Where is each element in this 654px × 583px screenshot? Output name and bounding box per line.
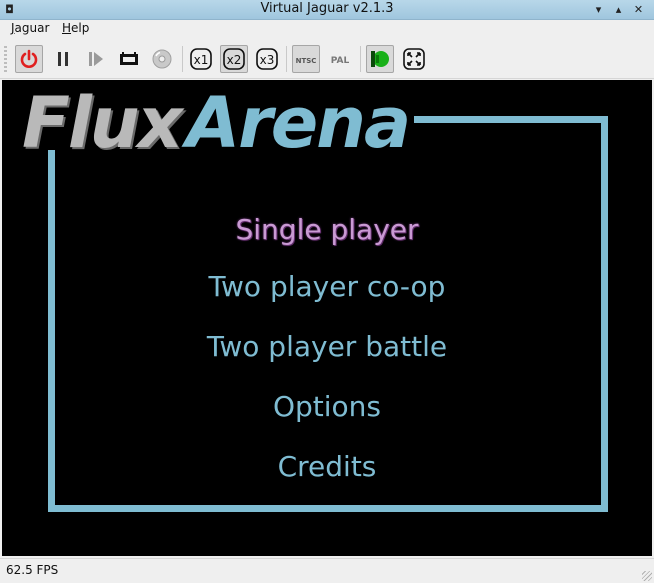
title-bar[interactable]: ◘ Virtual Jaguar v2.1.3 ▾ ▴ ✕: [0, 0, 654, 20]
svg-text:PAL: PAL: [331, 56, 350, 66]
zoom-x2-icon: x2: [223, 48, 245, 70]
menu-jaguar[interactable]: Jaguar: [11, 21, 49, 35]
power-button[interactable]: [15, 45, 43, 73]
frame-advance-button[interactable]: [82, 45, 110, 73]
zoom-x1-button[interactable]: x1: [187, 45, 215, 73]
game-screen[interactable]: Flux Arena Single player Two player co-o…: [2, 80, 652, 556]
status-bar: 62.5 FPS: [0, 558, 654, 583]
frame-advance-icon: [89, 52, 103, 66]
toolbar-grip[interactable]: [4, 46, 7, 72]
cartridge-icon: [120, 52, 138, 65]
cd-icon: [152, 49, 172, 69]
fullscreen-icon: [403, 48, 425, 70]
fullscreen-button[interactable]: [400, 45, 428, 73]
menu-option-single-player[interactable]: Single player: [2, 213, 652, 246]
toolbar-separator: [360, 46, 361, 72]
zoom-x3-icon: x3: [256, 48, 278, 70]
menu-bar: Jaguar Help: [0, 20, 654, 39]
power-icon: [20, 49, 38, 68]
ntsc-icon: NTSC: [296, 57, 317, 65]
toolbar-separator: [182, 46, 183, 72]
menu-option-two-player-coop[interactable]: Two player co-op: [2, 270, 652, 303]
resize-grip[interactable]: [642, 571, 652, 581]
logo-flux: Flux: [22, 82, 183, 164]
frame-border-top: [414, 116, 608, 123]
app-window: ◘ Virtual Jaguar v2.1.3 ▾ ▴ ✕ Jaguar Hel…: [0, 0, 654, 583]
pause-button[interactable]: [49, 45, 77, 73]
minimize-icon[interactable]: ▾: [592, 3, 605, 16]
pal-button[interactable]: PAL: [326, 45, 354, 73]
fps-counter: 62.5 FPS: [6, 563, 59, 577]
zoom-x2-button[interactable]: x2: [220, 45, 248, 73]
svg-text:x1: x1: [194, 53, 209, 67]
svg-text:x3: x3: [260, 53, 275, 67]
blur-button[interactable]: [366, 45, 394, 73]
maximize-icon[interactable]: ▴: [612, 3, 625, 16]
window-title: Virtual Jaguar v2.1.3: [260, 1, 394, 16]
toolbar-separator: [286, 46, 287, 72]
blur-icon: [371, 51, 389, 67]
frame-border-bottom: [48, 505, 608, 512]
menu-option-credits[interactable]: Credits: [2, 450, 652, 483]
toolbar: x1 x2 x3 NTSC PAL: [0, 40, 654, 79]
ntsc-button[interactable]: NTSC: [292, 45, 320, 73]
logo-arena: Arena: [186, 82, 411, 164]
menu-option-options[interactable]: Options: [2, 390, 652, 423]
close-icon[interactable]: ✕: [632, 3, 645, 16]
zoom-x1-icon: x1: [190, 48, 212, 70]
zoom-x3-button[interactable]: x3: [253, 45, 281, 73]
menu-option-two-player-battle[interactable]: Two player battle: [2, 330, 652, 363]
load-cartridge-button[interactable]: [115, 45, 143, 73]
cd-button[interactable]: [148, 45, 176, 73]
svg-text:x2: x2: [227, 53, 242, 67]
menu-help[interactable]: Help: [62, 21, 89, 35]
svg-text:NTSC: NTSC: [296, 57, 317, 65]
pause-icon: [58, 52, 68, 66]
pal-icon: PAL: [331, 56, 350, 66]
